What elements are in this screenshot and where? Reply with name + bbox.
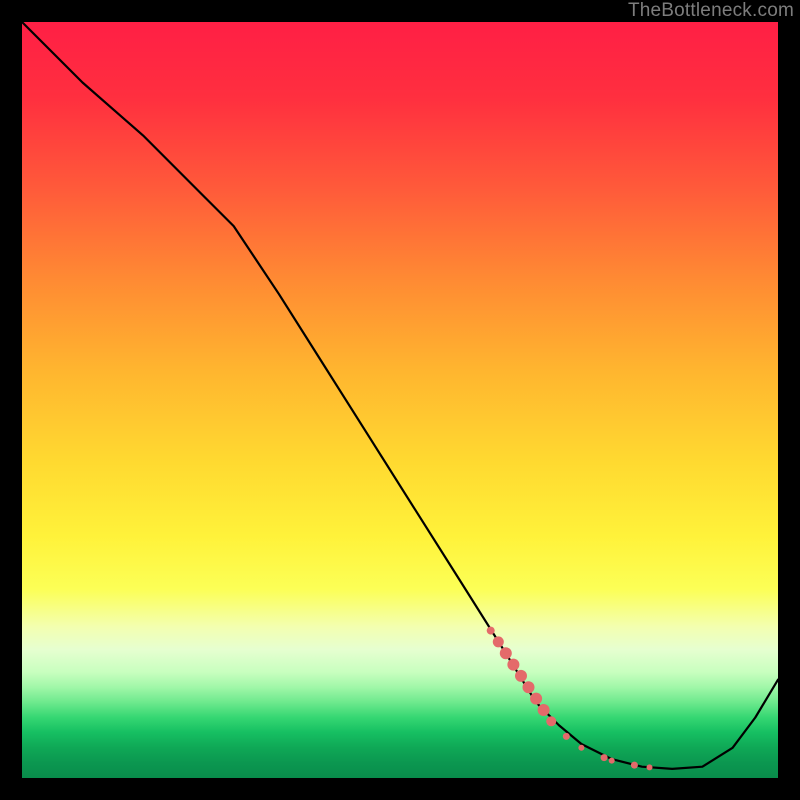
highlight-dot	[515, 670, 527, 682]
highlight-dot	[578, 745, 584, 751]
highlight-dot	[647, 764, 653, 770]
highlight-dot	[507, 659, 519, 671]
highlight-dot	[609, 758, 615, 764]
bottleneck-curve	[22, 22, 778, 769]
watermark-text: TheBottleneck.com	[628, 0, 794, 22]
highlight-dot	[563, 733, 570, 740]
highlight-dot	[601, 754, 608, 761]
highlight-dot	[500, 647, 512, 659]
chart-svg	[22, 22, 778, 778]
highlight-dot	[631, 762, 638, 769]
highlight-dot	[487, 627, 495, 635]
highlight-dot	[530, 693, 542, 705]
highlight-dot	[493, 636, 504, 647]
highlight-dot	[523, 681, 535, 693]
plot-area	[22, 22, 778, 778]
highlight-dot	[538, 704, 550, 716]
chart-frame: TheBottleneck.com	[0, 0, 800, 800]
highlight-markers	[487, 627, 653, 771]
highlight-dot	[546, 716, 556, 726]
